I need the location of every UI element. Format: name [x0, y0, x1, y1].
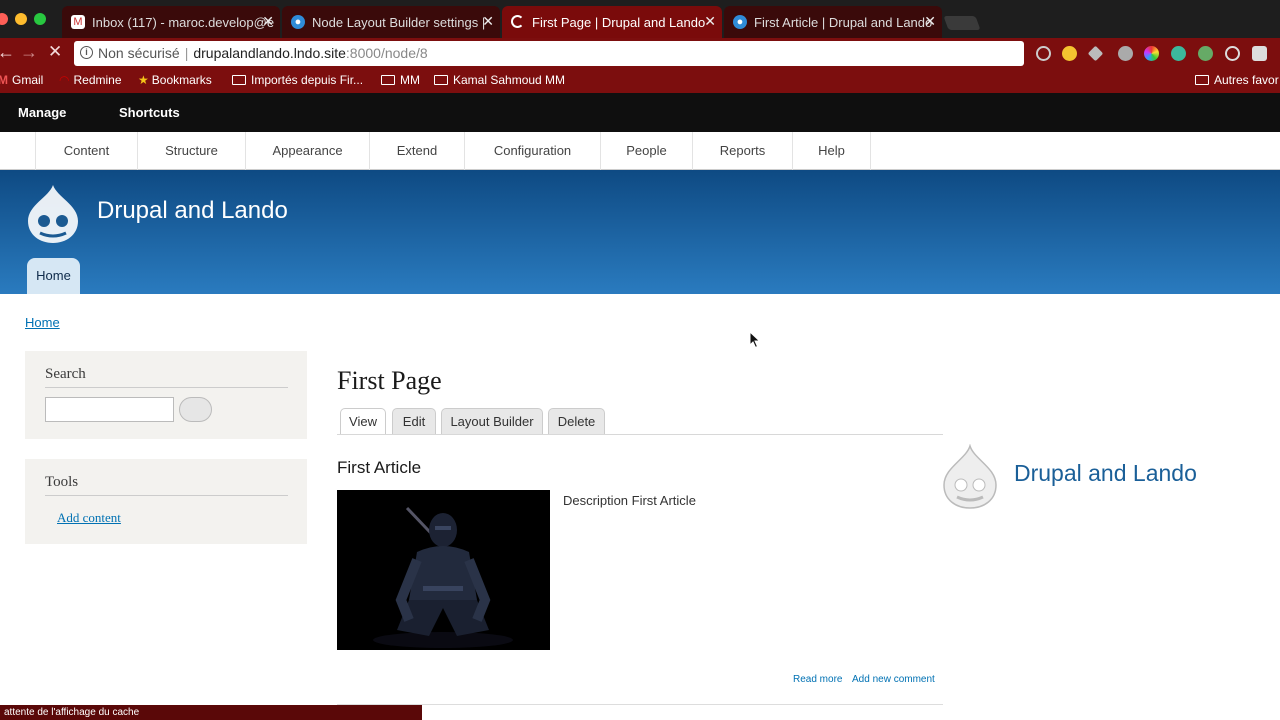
drupal-logo-icon[interactable]: [940, 444, 1000, 510]
bookmark-folder-imported[interactable]: Importés depuis Fir...: [232, 73, 363, 87]
divider: [45, 495, 288, 496]
layers-icon[interactable]: [1087, 45, 1104, 62]
admin-toolbar: Manage Shortcuts: [0, 93, 1280, 132]
bookmark-folder-other[interactable]: Autres favor: [1195, 73, 1279, 87]
site-header: Drupal and Lando Home: [0, 170, 1280, 294]
tab-edit[interactable]: Edit: [392, 408, 436, 435]
tray-item-reports[interactable]: Reports: [692, 132, 792, 170]
article-title[interactable]: First Article: [337, 458, 421, 478]
record-icon[interactable]: [1225, 46, 1240, 61]
browser-tab[interactable]: M Inbox (117) - maroc.develop@e ✕: [62, 6, 280, 38]
search-block: Search: [25, 351, 307, 439]
article-description: Description First Article: [563, 493, 696, 508]
tab-title: First Article | Drupal and Lando: [754, 15, 933, 30]
admin-tray: Content Structure Appearance Extend Conf…: [0, 132, 1280, 170]
drupal-icon: ●: [291, 15, 305, 29]
tray-item-content[interactable]: Content: [35, 132, 137, 170]
address-bar[interactable]: i Non sécurisé | drupalandlando.lndo.site:…: [74, 41, 1024, 66]
search-block-title: Search: [45, 366, 86, 382]
minimize-window-button[interactable]: [15, 13, 27, 25]
close-window-button[interactable]: [0, 13, 8, 25]
tab-view[interactable]: View: [340, 408, 386, 435]
folder-icon: [434, 75, 448, 85]
bookmark-folder-mm[interactable]: MM: [381, 73, 420, 87]
tab-layout-builder[interactable]: Layout Builder: [441, 408, 543, 435]
folder-icon: [381, 75, 395, 85]
back-arrow-icon[interactable]: ←: [0, 42, 15, 63]
url-host: drupalandlando.lndo.site: [193, 45, 346, 61]
gmail-icon: M: [71, 15, 85, 29]
add-comment-link[interactable]: Add new comment: [852, 674, 935, 685]
close-icon[interactable]: ✕: [482, 13, 494, 30]
extension-icon[interactable]: [1171, 46, 1186, 61]
security-label: Non sécurisé: [98, 45, 180, 61]
stop-loading-icon[interactable]: ✕: [48, 42, 62, 62]
admin-manage-link[interactable]: Manage: [18, 105, 66, 120]
drupal-icon: ●: [733, 15, 747, 29]
close-icon[interactable]: ✕: [262, 13, 274, 30]
tab-delete[interactable]: Delete: [548, 408, 605, 435]
tray-item-configuration[interactable]: Configuration: [464, 132, 600, 170]
star-icon: ★: [138, 73, 149, 87]
extension-icon[interactable]: [1062, 46, 1077, 61]
add-content-link[interactable]: Add content: [57, 510, 121, 526]
bookmark-gmail[interactable]: M Gmail: [0, 73, 43, 87]
extension-icon[interactable]: [1118, 46, 1133, 61]
tray-item-structure[interactable]: Structure: [137, 132, 245, 170]
tray-item-appearance[interactable]: Appearance: [245, 132, 369, 170]
forward-arrow-icon[interactable]: →: [20, 42, 38, 63]
breadcrumb-home-link[interactable]: Home: [25, 315, 60, 330]
bookmarks-bar: M Gmail ◠ Redmine ★ Bookmarks Importés depu…: [0, 69, 1280, 93]
new-tab-button[interactable]: [943, 16, 981, 30]
admin-shortcuts-link[interactable]: Shortcuts: [119, 105, 180, 120]
browser-tab[interactable]: ● Node Layout Builder settings | ✕: [282, 6, 500, 38]
browser-tab-bar: M Inbox (117) - maroc.develop@e ✕ ● Node…: [0, 0, 1280, 38]
bookmark-bookmarks[interactable]: ★ Bookmarks: [138, 73, 212, 87]
bookmark-redmine[interactable]: ◠ Redmine: [59, 73, 122, 87]
chat-icon[interactable]: [1252, 46, 1267, 61]
page-title: First Page: [337, 366, 442, 395]
maximize-window-button[interactable]: [34, 13, 46, 25]
gmail-icon: M: [0, 73, 8, 87]
tab-title: Inbox (117) - maroc.develop@e: [92, 15, 275, 30]
color-picker-icon[interactable]: [1144, 46, 1159, 61]
tools-block-title: Tools: [45, 474, 79, 490]
tools-block: Tools Add content: [25, 459, 307, 544]
search-button[interactable]: [179, 397, 212, 422]
main-nav-home[interactable]: Home: [27, 258, 80, 294]
site-name[interactable]: Drupal and Lando: [97, 197, 288, 225]
folder-icon: [1195, 75, 1209, 85]
close-icon[interactable]: ✕: [924, 13, 936, 30]
tray-item-extend[interactable]: Extend: [369, 132, 464, 170]
bookmark-folder-kamal[interactable]: Kamal Sahmoud MM: [434, 73, 565, 87]
tray-item-help[interactable]: Help: [792, 132, 871, 170]
tabs-divider: [337, 434, 943, 435]
browser-toolbar: ← → ✕ i Non sécurisé | drupalandlando.lndo…: [0, 38, 1280, 69]
info-icon[interactable]: i: [80, 46, 93, 59]
drupal-logo-icon[interactable]: [24, 183, 82, 245]
divider: [45, 387, 288, 388]
article-image[interactable]: [337, 490, 550, 650]
browser-tab-active[interactable]: First Page | Drupal and Lando ✕: [502, 6, 722, 38]
read-more-link[interactable]: Read more: [793, 674, 842, 685]
browser-tab[interactable]: ● First Article | Drupal and Lando ✕: [724, 6, 942, 38]
redmine-icon: ◠: [59, 73, 70, 87]
loading-spinner-icon: [511, 15, 524, 28]
url-port-path: :8000/node/8: [345, 45, 428, 61]
tab-title: Node Layout Builder settings |: [312, 15, 486, 30]
search-input[interactable]: [45, 397, 174, 422]
folder-icon: [232, 75, 246, 85]
mouse-cursor-icon: [749, 331, 761, 349]
ninja-figure-image: [337, 490, 550, 650]
tray-item-people[interactable]: People: [600, 132, 692, 170]
branding-site-name[interactable]: Drupal and Lando: [1014, 460, 1197, 487]
tab-title: First Page | Drupal and Lando: [532, 15, 706, 30]
react-devtools-icon[interactable]: [1036, 46, 1051, 61]
close-icon[interactable]: ✕: [704, 13, 716, 30]
extension-icon[interactable]: [1198, 46, 1213, 61]
browser-status-bar: attente de l'affichage du cache: [0, 705, 422, 720]
divider: [337, 704, 943, 705]
